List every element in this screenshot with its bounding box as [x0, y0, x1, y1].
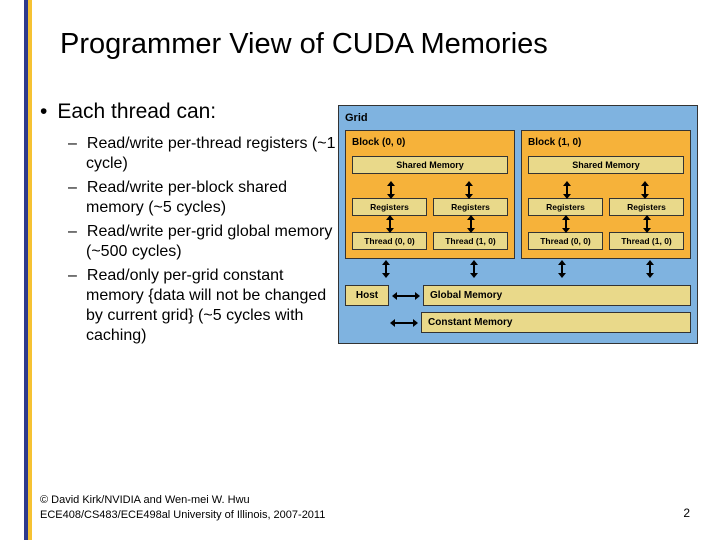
sub-bullet: Read/write per-block shared memory (~5 c… — [68, 178, 340, 218]
registers-box: Registers — [433, 198, 508, 216]
arrow-icon — [643, 218, 651, 230]
host-box: Host — [345, 285, 389, 306]
copyright-footer: © David Kirk/NVIDIA and Wen-mei W. Hwu E… — [40, 493, 325, 522]
slide: Programmer View of CUDA Memories Each th… — [0, 0, 720, 540]
shared-memory: Shared Memory — [528, 156, 684, 174]
arrow-icon — [467, 218, 475, 230]
host-arrow — [395, 292, 417, 300]
slide-title: Programmer View of CUDA Memories — [60, 28, 700, 61]
arrow-icon — [465, 184, 473, 196]
arrow-icon — [382, 263, 390, 275]
thread-box: Thread (1, 0) — [433, 232, 508, 250]
registers-box: Registers — [528, 198, 603, 216]
global-memory-row: Host Global Memory — [345, 285, 691, 306]
block-1: Block (1, 0) Shared Memory Registers Reg… — [521, 130, 691, 259]
blocks-row: Block (0, 0) Shared Memory Registers Reg… — [345, 130, 691, 259]
page-number: 2 — [683, 506, 690, 520]
grid-box: Grid Block (0, 0) Shared Memory Register… — [338, 105, 698, 344]
stripe-yellow — [28, 0, 32, 540]
block-0: Block (0, 0) Shared Memory Registers Reg… — [345, 130, 515, 259]
shared-memory: Shared Memory — [352, 156, 508, 174]
thread-box: Thread (1, 0) — [609, 232, 684, 250]
sub-bullet: Read/write per-grid global memory (~500 … — [68, 222, 340, 262]
arrow-icon — [470, 263, 478, 275]
thread-box: Thread (0, 0) — [352, 232, 427, 250]
arrow-icon — [641, 184, 649, 196]
grid-label: Grid — [345, 112, 691, 124]
footer-line: ECE408/CS483/ECE498al University of Illi… — [40, 508, 325, 522]
block-label: Block (1, 0) — [528, 137, 684, 148]
registers-box: Registers — [352, 198, 427, 216]
arrow-icon — [386, 218, 394, 230]
arrow-icon — [646, 263, 654, 275]
constant-memory-row: Constant Memory — [345, 312, 691, 333]
arrow-icon — [558, 263, 566, 275]
host-arrow — [393, 319, 415, 327]
arrow-icon — [563, 184, 571, 196]
content-block: Each thread can: Read/write per-thread r… — [40, 100, 340, 350]
sub-bullet: Read/write per-thread registers (~1 cycl… — [68, 134, 340, 174]
footer-line: © David Kirk/NVIDIA and Wen-mei W. Hwu — [40, 493, 325, 507]
block-label: Block (0, 0) — [352, 137, 508, 148]
main-bullet: Each thread can: — [40, 100, 340, 124]
arrow-icon — [562, 218, 570, 230]
sub-bullet: Read/only per-grid constant memory {data… — [68, 266, 340, 346]
thread-box: Thread (0, 0) — [528, 232, 603, 250]
arrow-icon — [387, 184, 395, 196]
registers-box: Registers — [609, 198, 684, 216]
memory-diagram: Grid Block (0, 0) Shared Memory Register… — [338, 105, 698, 344]
constant-memory-box: Constant Memory — [421, 312, 691, 333]
global-memory-box: Global Memory — [423, 285, 691, 306]
